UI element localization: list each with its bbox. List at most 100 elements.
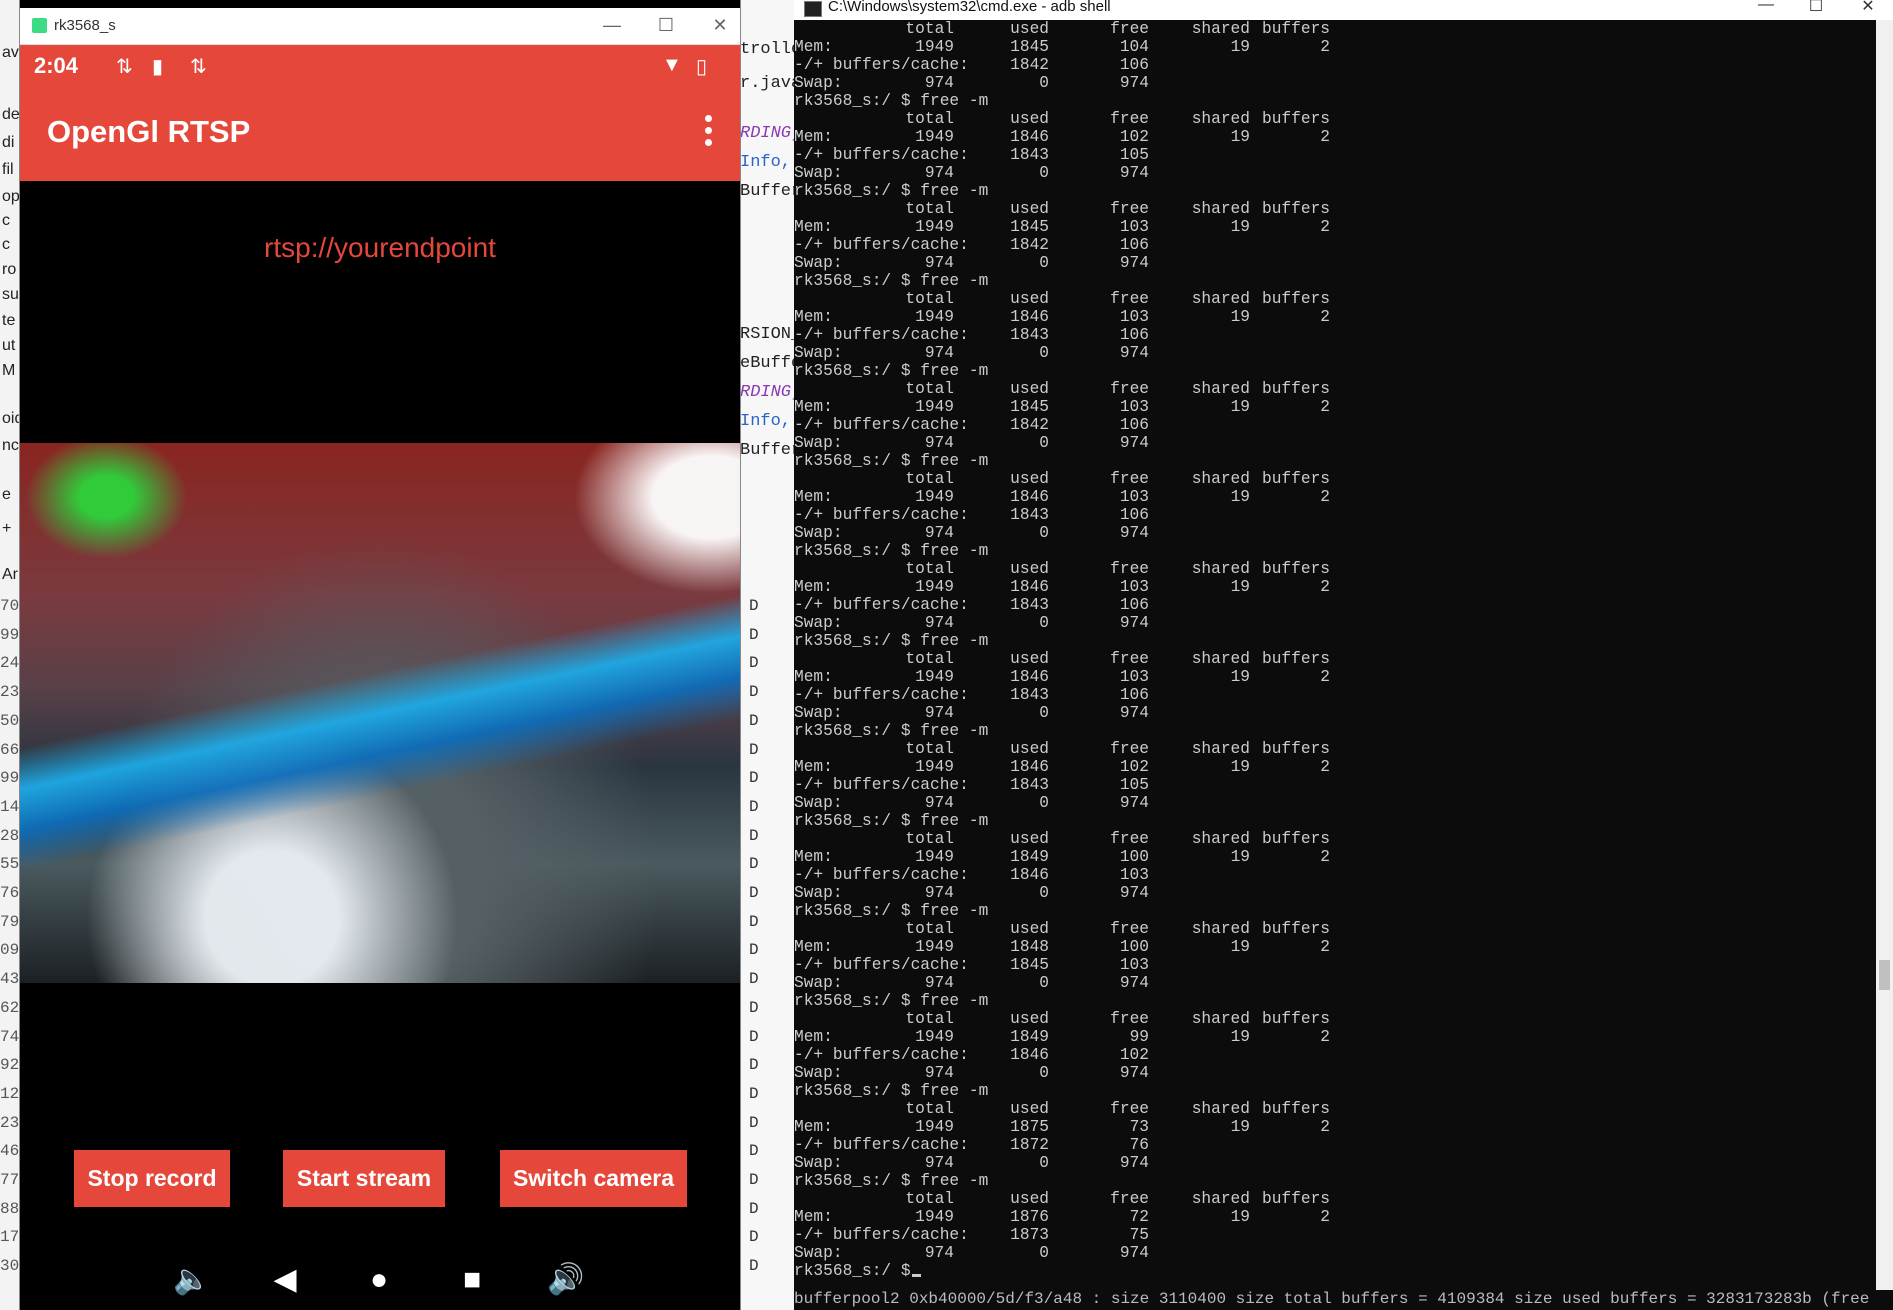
volume-up-icon[interactable]: 🔊 (546, 1262, 586, 1298)
terminal-mem-row: Mem: 1949 1849 100 19 2 (794, 848, 1330, 866)
terminal-swap-row: Swap: 974 0 974 (794, 794, 1149, 812)
terminal-swap-row: Swap: 974 0 974 (794, 254, 1149, 272)
terminal-buffers-cache-row: -/+ buffers/cache: 1846 103 (794, 866, 1149, 884)
ide-background-middle: troller r.java RDING) Info, Buffer RSION_ eBuf… (738, 0, 795, 1310)
close-button[interactable]: ✕ (700, 12, 740, 38)
cmd-close-button[interactable]: ✕ (1846, 0, 1890, 18)
android-status-bar: 2:04 ⇅ ▮ ⇅ ▼ ▯ (20, 45, 740, 89)
terminal-prompt-row: rk3568_s:/ $ free -m (794, 182, 989, 200)
terminal-header-row: total used free shared buffers (905, 920, 1330, 938)
terminal-buffers-cache-row: -/+ buffers/cache: 1842 106 (794, 236, 1149, 254)
ide-code-fragment: Info, (740, 153, 792, 172)
home-icon[interactable]: ● (359, 1262, 399, 1298)
terminal-mem-row: Mem: 1949 1846 103 19 2 (794, 488, 1330, 506)
recents-icon[interactable]: ■ (452, 1262, 492, 1298)
ide-log-level: D (749, 1027, 759, 1046)
terminal-swap-row: Swap: 974 0 974 (794, 1244, 1149, 1262)
maximize-button[interactable]: ☐ (646, 12, 686, 38)
terminal-swap-row: Swap: 974 0 974 (794, 434, 1149, 452)
ide-log-level: D (749, 683, 759, 702)
ide-log-level: D (749, 970, 759, 989)
wifi-icon: ▼ (662, 54, 682, 76)
ide-code-fragment: Buffer (740, 441, 795, 460)
rtsp-url-text: rtsp://yourendpoint (264, 232, 496, 263)
emulator-window: rk3568_s — ☐ ✕ 2:04 ⇅ ▮ ⇅ ▼ ▯ OpenGl RTS… (20, 0, 740, 1310)
terminal-buffers-cache-row: -/+ buffers/cache: 1846 102 (794, 1046, 1149, 1064)
terminal-header-row: total used free shared buffers (905, 1100, 1330, 1118)
overflow-menu-icon[interactable] (702, 115, 714, 155)
terminal-buffers-cache-row: -/+ buffers/cache: 1843 106 (794, 506, 1149, 524)
emulator-titlebar: rk3568_s — ☐ ✕ (20, 8, 740, 45)
cmd-maximize-button[interactable]: ☐ (1794, 0, 1838, 18)
sync-icon-2: ⇅ (190, 56, 207, 78)
terminal-mem-row: Mem: 1949 1845 103 19 2 (794, 398, 1330, 416)
terminal-prompt-row: rk3568_s:/ $ free -m (794, 542, 989, 560)
switch-camera-button[interactable]: Switch camera (500, 1150, 687, 1207)
ide-log-level: D (749, 998, 759, 1017)
terminal-header-row: total used free shared buffers (905, 1190, 1330, 1208)
cmd-scrollbar[interactable] (1876, 20, 1893, 1290)
start-stream-button[interactable]: Start stream (283, 1150, 445, 1207)
terminal-cursor (912, 1274, 921, 1277)
terminal-prompt-row: rk3568_s:/ $ free -m (794, 812, 989, 830)
terminal-mem-row: Mem: 1949 1845 103 19 2 (794, 218, 1330, 236)
emulator-window-title: rk3568_s (54, 17, 116, 34)
terminal-prompt-row: rk3568_s:/ $ free -m (794, 632, 989, 650)
terminal-header-row: total used free shared buffers (905, 740, 1330, 758)
terminal-header-row: total used free shared buffers (905, 650, 1330, 668)
app-title: OpenGl RTSP (47, 114, 251, 149)
terminal-prompt-row: rk3568_s:/ $ free -m (794, 272, 989, 290)
terminal-mem-row: Mem: 1949 1849 99 19 2 (794, 1028, 1330, 1046)
ide-log-level: D (749, 1199, 759, 1218)
scrollbar-thumb[interactable] (1879, 960, 1890, 990)
terminal-header-row: total used free shared buffers (905, 470, 1330, 488)
back-icon[interactable]: ◀ (265, 1262, 305, 1298)
terminal-buffers-cache-row: -/+ buffers/cache: 1843 106 (794, 326, 1149, 344)
minimize-button[interactable]: — (592, 12, 632, 38)
terminal-output[interactable]: total used free shared buffers Mem: 1949 1845 10… (794, 20, 1870, 1290)
terminal-swap-row: Swap: 974 0 974 (794, 974, 1149, 992)
terminal-mem-row: Mem: 1949 1846 103 19 2 (794, 668, 1330, 686)
ide-code-fragment: Buffer (740, 182, 795, 201)
ide-log-level: D (749, 654, 759, 673)
terminal-mem-row: Mem: 1949 1845 104 19 2 (794, 38, 1330, 56)
terminal-swap-row: Swap: 974 0 974 (794, 74, 1149, 92)
terminal-prompt-row: rk3568_s:/ $ free -m (794, 362, 989, 380)
terminal-buffers-cache-row: -/+ buffers/cache: 1845 103 (794, 956, 1149, 974)
cmd-minimize-button[interactable]: — (1744, 0, 1788, 18)
terminal-mem-row: Mem: 1949 1846 102 19 2 (794, 128, 1330, 146)
terminal-buffers-cache-row: -/+ buffers/cache: 1842 106 (794, 56, 1149, 74)
cmd-icon (804, 1, 822, 17)
terminal-mem-row: Mem: 1949 1876 72 19 2 (794, 1208, 1330, 1226)
terminal-mem-row: Mem: 1949 1846 103 19 2 (794, 308, 1330, 326)
terminal-prompt-row: rk3568_s:/ $ free -m (794, 992, 989, 1010)
ide-log-level: D (749, 1257, 759, 1276)
ide-code-fragment: troller (740, 40, 795, 59)
terminal-header-row: total used free shared buffers (905, 560, 1330, 578)
ide-log-level: D (749, 941, 759, 960)
terminal-prompt-row: rk3568_s:/ $ free -m (794, 722, 989, 740)
volume-down-icon[interactable]: 🔈 (172, 1262, 212, 1298)
terminal-header-row: total used free shared buffers (905, 380, 1330, 398)
terminal-header-row: total used free shared buffers (905, 200, 1330, 218)
ide-code-fragment: Info, (740, 412, 792, 431)
ide-log-level: D (749, 597, 759, 615)
ide-log-level: D (749, 797, 759, 816)
terminal-prompt-row: rk3568_s:/ $ free -m (794, 1082, 989, 1100)
ide-code-fragment: RDING) (740, 124, 795, 143)
sync-icon: ⇅ (116, 56, 133, 78)
android-app-icon (32, 18, 47, 33)
terminal-buffers-cache-row: -/+ buffers/cache: 1843 106 (794, 596, 1149, 614)
ide-log-level: D (749, 855, 759, 874)
terminal-swap-row: Swap: 974 0 974 (794, 164, 1149, 182)
ide-code-fragment: RSION_ (740, 325, 795, 344)
ide-code-fragment: r.java (740, 74, 795, 93)
ide-log-level: D (749, 769, 759, 788)
terminal-mem-row: Mem: 1949 1846 102 19 2 (794, 758, 1330, 776)
ide-log-level: D (749, 884, 759, 902)
ide-code-fragment: eBuffe (740, 354, 795, 373)
terminal-header-row: total used free shared buffers (905, 290, 1330, 308)
stop-record-button[interactable]: Stop record (74, 1150, 230, 1207)
ide-code-fragment: RDING) (740, 383, 795, 402)
ide-log-level: D (749, 1113, 759, 1132)
